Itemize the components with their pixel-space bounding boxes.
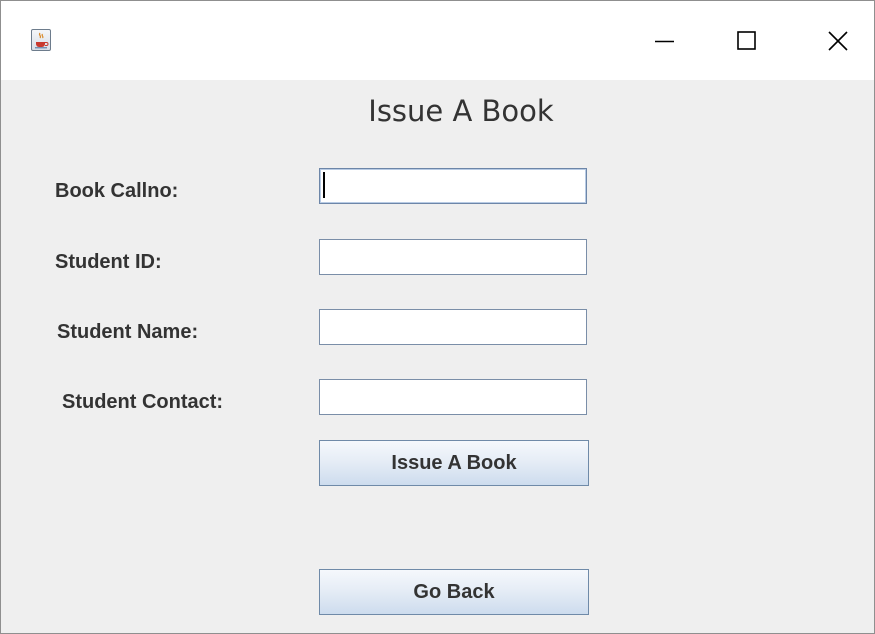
maximize-icon bbox=[737, 31, 756, 50]
issue-book-form: Issue A Book Book Callno: Student ID: St… bbox=[1, 80, 874, 633]
close-icon bbox=[828, 31, 848, 51]
book-callno-label: Book Callno: bbox=[55, 180, 179, 202]
issue-book-button[interactable]: Issue A Book bbox=[319, 440, 589, 486]
java-cup-icon[interactable] bbox=[31, 29, 51, 51]
student-contact-input[interactable] bbox=[319, 379, 587, 415]
book-callno-input[interactable] bbox=[319, 168, 587, 204]
student-id-input[interactable] bbox=[319, 239, 587, 275]
title-bar[interactable] bbox=[1, 1, 874, 80]
app-window: Issue A Book Book Callno: Student ID: St… bbox=[0, 0, 875, 634]
student-name-input[interactable] bbox=[319, 309, 587, 345]
page-title: Issue A Book bbox=[368, 94, 554, 128]
close-button[interactable] bbox=[803, 1, 873, 80]
student-id-label: Student ID: bbox=[55, 251, 162, 273]
minimize-button[interactable] bbox=[630, 1, 700, 80]
text-caret bbox=[323, 172, 325, 198]
student-contact-label: Student Contact: bbox=[62, 391, 224, 413]
student-name-label: Student Name: bbox=[57, 321, 199, 343]
minimize-icon bbox=[655, 40, 674, 43]
maximize-button[interactable] bbox=[712, 1, 782, 80]
go-back-button[interactable]: Go Back bbox=[319, 569, 589, 615]
